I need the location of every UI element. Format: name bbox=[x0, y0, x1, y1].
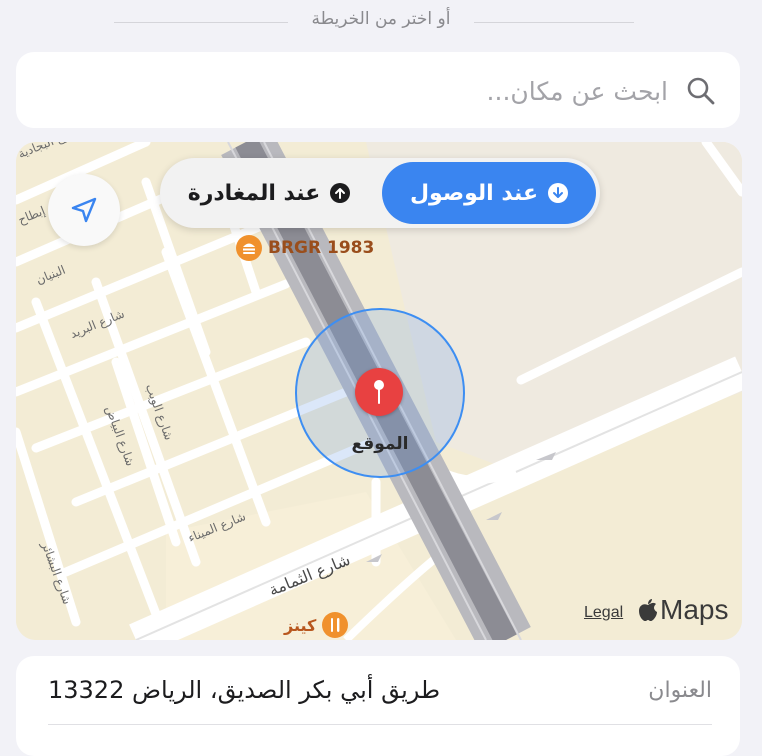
arrive-label: عند الوصول bbox=[409, 180, 539, 206]
legal-link[interactable]: Legal bbox=[584, 604, 623, 622]
divider-text: أو اختر من الخريطة bbox=[311, 9, 451, 29]
arrow-down-icon bbox=[548, 183, 569, 203]
leave-label: عند المغادرة bbox=[187, 180, 321, 206]
search-bar[interactable] bbox=[16, 52, 740, 128]
leave-button[interactable]: عند المغادرة bbox=[164, 162, 374, 224]
arrive-button[interactable]: عند الوصول bbox=[382, 162, 596, 224]
poi-brgr-label: BRGR 1983 bbox=[268, 238, 375, 258]
apple-maps-logo: Maps bbox=[638, 594, 728, 626]
burger-icon bbox=[236, 235, 262, 261]
location-arrow-icon bbox=[71, 197, 97, 223]
search-icon bbox=[687, 77, 715, 105]
pin-icon bbox=[374, 380, 384, 404]
divider-line-right bbox=[474, 22, 634, 23]
address-label: العنوان bbox=[648, 678, 712, 703]
card-divider bbox=[48, 724, 712, 725]
map-view[interactable]: شارع البجادية إبطاح البنيان شارع البريد … bbox=[16, 142, 742, 640]
poi-brgr[interactable]: BRGR 1983 bbox=[236, 235, 374, 261]
poi-kenz-label: كينز bbox=[284, 615, 317, 635]
search-input[interactable] bbox=[66, 68, 670, 114]
poi-kenz[interactable]: كينز bbox=[284, 612, 349, 638]
arrow-up-icon bbox=[330, 183, 351, 203]
or-divider: أو اختر من الخريطة bbox=[0, 0, 762, 44]
apple-icon bbox=[639, 599, 657, 621]
trigger-segmented-control: عند الوصول عند المغادرة bbox=[160, 158, 600, 228]
address-value: طريق أبي بكر الصديق، الرياض 13322 bbox=[48, 676, 441, 704]
location-pin[interactable] bbox=[355, 368, 403, 416]
divider-line-left bbox=[114, 22, 288, 23]
current-location-button[interactable] bbox=[48, 174, 120, 246]
address-card: العنوان طريق أبي بكر الصديق، الرياض 1332… bbox=[16, 656, 740, 756]
fork-knife-icon bbox=[322, 612, 349, 638]
pin-label: الموقع bbox=[351, 434, 409, 454]
maps-brand: Maps bbox=[660, 594, 729, 625]
